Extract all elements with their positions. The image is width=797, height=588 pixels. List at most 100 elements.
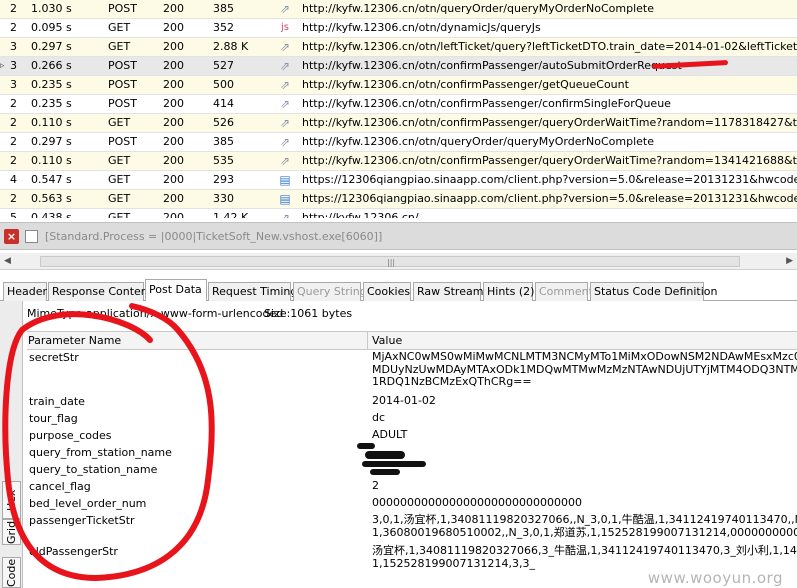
session-url: http://kyfw.12306.cn/otn/dynamicJs/query… bbox=[302, 21, 541, 34]
scroll-left-icon[interactable]: ◀ bbox=[4, 256, 11, 266]
session-row[interactable]: 2 0.235 s POST 200 414 http://kyfw.12306.cn/o… bbox=[0, 95, 797, 114]
parameter-name: purpose_codes bbox=[29, 429, 112, 442]
parameter-name: secretStr bbox=[29, 351, 79, 364]
parameter-row[interactable]: query_from_station_name bbox=[27, 445, 797, 462]
session-size: 500 bbox=[213, 78, 234, 91]
session-size: 385 bbox=[213, 135, 234, 148]
mime-type-label: MimeType:application/x-www-form-urlencod… bbox=[27, 307, 284, 320]
xhr-icon: ⇗ bbox=[279, 59, 291, 73]
session-method: POST bbox=[108, 97, 137, 110]
session-row[interactable]: 2 0.110 s GET 200 535 http://kyfw.12306.cn/ot… bbox=[0, 152, 797, 171]
parameter-row[interactable]: secretStr MjAxNC0wMS0wMiMwMCNLMTM3NCMyMTo… bbox=[27, 350, 797, 394]
scroll-right-icon[interactable]: ▶ bbox=[786, 256, 793, 266]
session-size: 526 bbox=[213, 116, 234, 129]
view-tab-hex[interactable]: Hex bbox=[2, 481, 21, 519]
session-url: http://kyfw.12306.cn/otn/queryOrder/quer… bbox=[302, 2, 654, 15]
parameter-row[interactable]: train_date 2014-01-02 bbox=[27, 394, 797, 411]
parameter-row[interactable]: cancel_flag 2 bbox=[27, 479, 797, 496]
parameter-row[interactable]: purpose_codes ADULT bbox=[27, 428, 797, 445]
session-url: http://kyfw.12306.cn/otn/leftTicket/quer… bbox=[302, 40, 797, 53]
process-filter-checkbox[interactable] bbox=[25, 230, 38, 243]
session-size: 1.42 K bbox=[213, 211, 249, 218]
tab-cookies[interactable]: Cookies bbox=[363, 282, 411, 301]
body-size-label: Size:1061 bytes bbox=[264, 307, 353, 320]
redaction-mark bbox=[362, 461, 426, 467]
session-size: 2.88 K bbox=[213, 40, 249, 53]
doc-icon: ▤ bbox=[279, 192, 291, 206]
scroll-grip-icon: ||| bbox=[387, 258, 396, 267]
session-count: 2 bbox=[10, 21, 17, 34]
parameter-value: 000000000000000000000000000000 bbox=[372, 496, 582, 509]
session-row[interactable]: 2 0.095 s GET 200 352 http://kyfw.12306.cn/ot… bbox=[0, 19, 797, 38]
session-method: POST bbox=[108, 135, 137, 148]
session-row[interactable]: 2 1.030 s POST 200 385 http://kyfw.12306.cn/o… bbox=[0, 0, 797, 19]
session-time: 0.438 s bbox=[31, 211, 72, 218]
js-icon: js bbox=[281, 22, 289, 33]
parameter-value: 2 bbox=[372, 479, 379, 492]
redaction-mark bbox=[365, 451, 405, 459]
parameter-row[interactable]: bed_level_order_num 000000000000000000000… bbox=[27, 496, 797, 513]
session-row[interactable]: 2 0.297 s POST 200 385 http://kyfw.12306.cn/o… bbox=[0, 133, 797, 152]
session-status: 200 bbox=[163, 40, 184, 53]
session-size: 330 bbox=[213, 192, 234, 205]
session-url: https://12306qiangpiao.sinaapp.com/clien… bbox=[302, 192, 797, 205]
session-status: 200 bbox=[163, 135, 184, 148]
column-header-value[interactable]: Value bbox=[372, 334, 402, 347]
parameter-name: query_to_station_name bbox=[29, 463, 158, 476]
session-count: 3 bbox=[10, 59, 17, 72]
session-time: 0.110 s bbox=[31, 116, 72, 129]
tab-header[interactable]: Header bbox=[3, 282, 47, 301]
parameter-value: 汤宜杯,1,34081119820327066,3_牛酷温,1,34112419… bbox=[372, 544, 797, 570]
session-time: 0.297 s bbox=[31, 40, 72, 53]
view-tab-grid[interactable]: Grid bbox=[2, 519, 21, 545]
session-size: 385 bbox=[213, 2, 234, 15]
session-row[interactable]: 2 0.110 s GET 200 526 http://kyfw.12306.cn/ot… bbox=[0, 114, 797, 133]
session-row[interactable]: 5 0.438 s GET 200 1.42 K http://kyfw.12306.cn… bbox=[0, 209, 797, 218]
session-size: 527 bbox=[213, 59, 234, 72]
session-url: http://kyfw.12306.cn/otn/confirmPassenge… bbox=[302, 59, 682, 72]
parameter-row[interactable]: passengerTicketStr 3,0,1,汤宜杯,1,3408111982… bbox=[27, 513, 797, 544]
session-row[interactable]: 4 0.547 s GET 200 293 https://12306qiangpiao.… bbox=[0, 171, 797, 190]
watermark: www.wooyun.org bbox=[647, 569, 783, 587]
session-method: POST bbox=[108, 59, 137, 72]
tab-raw-stream[interactable]: Raw Stream bbox=[413, 282, 483, 301]
parameter-name: bed_level_order_num bbox=[29, 497, 147, 510]
session-row[interactable]: 3 0.235 s POST 200 500 http://kyfw.12306.cn/o… bbox=[0, 76, 797, 95]
session-size: 414 bbox=[213, 97, 234, 110]
process-filter-bar: × [Standard.Process = |0000|TicketSoft_N… bbox=[0, 222, 797, 250]
session-row[interactable]: 2 0.563 s GET 200 330 https://12306qiangpiao.… bbox=[0, 190, 797, 209]
session-count: 2 bbox=[10, 154, 17, 167]
session-status: 200 bbox=[163, 78, 184, 91]
redaction-mark bbox=[357, 443, 375, 449]
session-time: 0.266 s bbox=[31, 59, 72, 72]
tab-request-timing[interactable]: Request Timing bbox=[208, 282, 297, 301]
tab-post-data[interactable]: Post Data bbox=[145, 279, 207, 302]
tab-status-code-definition[interactable]: Status Code Definition bbox=[590, 282, 717, 301]
column-header-name[interactable]: Parameter Name bbox=[28, 334, 121, 347]
session-row[interactable]: 3 0.297 s GET 200 2.88 K http://kyfw.12306.cn… bbox=[0, 38, 797, 57]
tab-hints[interactable]: Hints (2) bbox=[483, 282, 534, 301]
parameter-value: dc bbox=[372, 411, 386, 424]
view-tab-code[interactable]: Code bbox=[2, 557, 21, 588]
session-method: POST bbox=[108, 2, 137, 15]
tab-query-string[interactable]: Query String bbox=[293, 282, 367, 301]
xhr-icon: ⇗ bbox=[279, 154, 291, 168]
parameter-name: tour_flag bbox=[29, 412, 78, 425]
column-divider[interactable] bbox=[367, 332, 368, 350]
session-url: http://kyfw.12306.cn/otn/confirmPassenge… bbox=[302, 97, 671, 110]
tab-comment[interactable]: Comment bbox=[535, 282, 593, 301]
session-count: 2 bbox=[10, 192, 17, 205]
session-status: 200 bbox=[163, 192, 184, 205]
parameter-table-header: Parameter Name Value bbox=[27, 332, 797, 350]
tab-response-content[interactable]: Response Content bbox=[48, 282, 152, 301]
row-pointer-icon: ▹ bbox=[0, 61, 5, 71]
xhr-icon: ⇗ bbox=[279, 78, 291, 92]
scroll-thumb[interactable]: ||| bbox=[40, 256, 740, 267]
parameter-name: train_date bbox=[29, 395, 85, 408]
horizontal-scrollbar[interactable]: ◀ ||| ▶ bbox=[0, 253, 797, 270]
view-mode-strip: Hex Grid Code bbox=[0, 301, 23, 588]
session-size: 293 bbox=[213, 173, 234, 186]
session-method: GET bbox=[108, 154, 131, 167]
parameter-row[interactable]: tour_flag dc bbox=[27, 411, 797, 428]
close-icon[interactable]: × bbox=[4, 229, 19, 244]
